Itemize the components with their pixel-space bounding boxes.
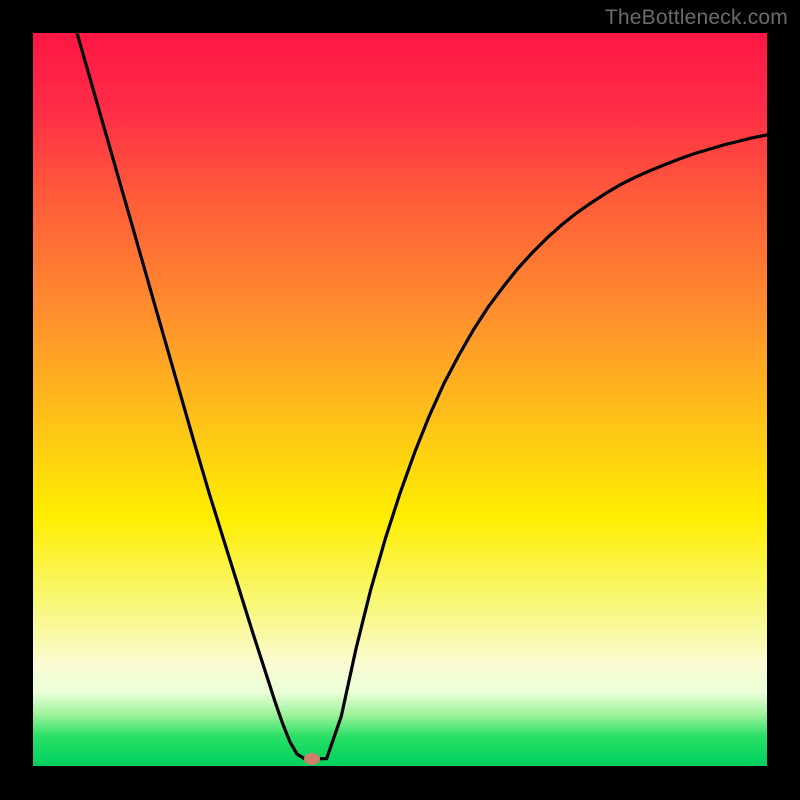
chart-frame: TheBottleneck.com [0, 0, 800, 800]
bottleneck-curve [77, 33, 767, 759]
plot-area [33, 33, 767, 766]
curve-svg [33, 33, 767, 766]
watermark-text: TheBottleneck.com [605, 6, 788, 30]
optimal-point-marker [304, 753, 320, 765]
